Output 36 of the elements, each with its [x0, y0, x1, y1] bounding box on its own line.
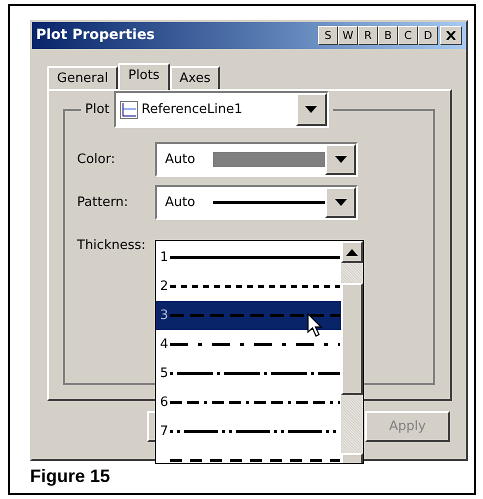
field-label: Thickness:: [77, 236, 147, 255]
scrollbar[interactable]: [341, 241, 363, 463]
close-icon[interactable]: [440, 26, 462, 45]
solid-line-icon: [212, 201, 326, 204]
tab[interactable]: General: [47, 66, 118, 89]
figure-caption: Figure 15: [30, 467, 112, 485]
tab[interactable]: Plots: [118, 63, 170, 90]
pattern-option[interactable]: 3: [156, 301, 341, 330]
field-label: Color:: [77, 150, 116, 169]
line-chart-icon: [120, 100, 138, 118]
mouse-pointer-icon: [307, 313, 323, 337]
plot-value: ReferenceLine1: [142, 100, 244, 119]
title-bar-button[interactable]: B: [378, 26, 398, 45]
field-label: Pattern:: [77, 194, 130, 212]
tab[interactable]: Axes: [170, 66, 220, 89]
title-bar-button[interactable]: D: [418, 26, 438, 45]
dropdown-arrow-icon: [305, 106, 318, 113]
dropdown-arrow-icon: [334, 156, 347, 163]
pattern-select[interactable]: Auto: [155, 185, 358, 220]
dropdown-button[interactable]: [325, 144, 356, 175]
select-value: Auto: [165, 194, 196, 212]
select-value: Auto: [165, 150, 196, 169]
scroll-up-icon: [346, 248, 358, 256]
scroll-up-button[interactable]: [341, 241, 363, 263]
plot-select[interactable]: ReferenceLine1: [114, 91, 329, 128]
color-select[interactable]: Auto: [155, 142, 358, 177]
field-label: Plot: [85, 100, 110, 119]
title-bar-button[interactable]: R: [358, 26, 378, 45]
title-bar-button[interactable]: S: [318, 26, 338, 45]
scroll-thumb[interactable]: [341, 283, 363, 395]
dropdown-arrow-icon: [334, 199, 347, 206]
title-bar-button[interactable]: W: [338, 26, 358, 45]
dropdown-button[interactable]: [296, 93, 327, 126]
title-bar-button[interactable]: C: [398, 26, 418, 45]
window-title: Plot Properties: [36, 26, 155, 45]
dropdown-button[interactable]: [325, 187, 356, 218]
